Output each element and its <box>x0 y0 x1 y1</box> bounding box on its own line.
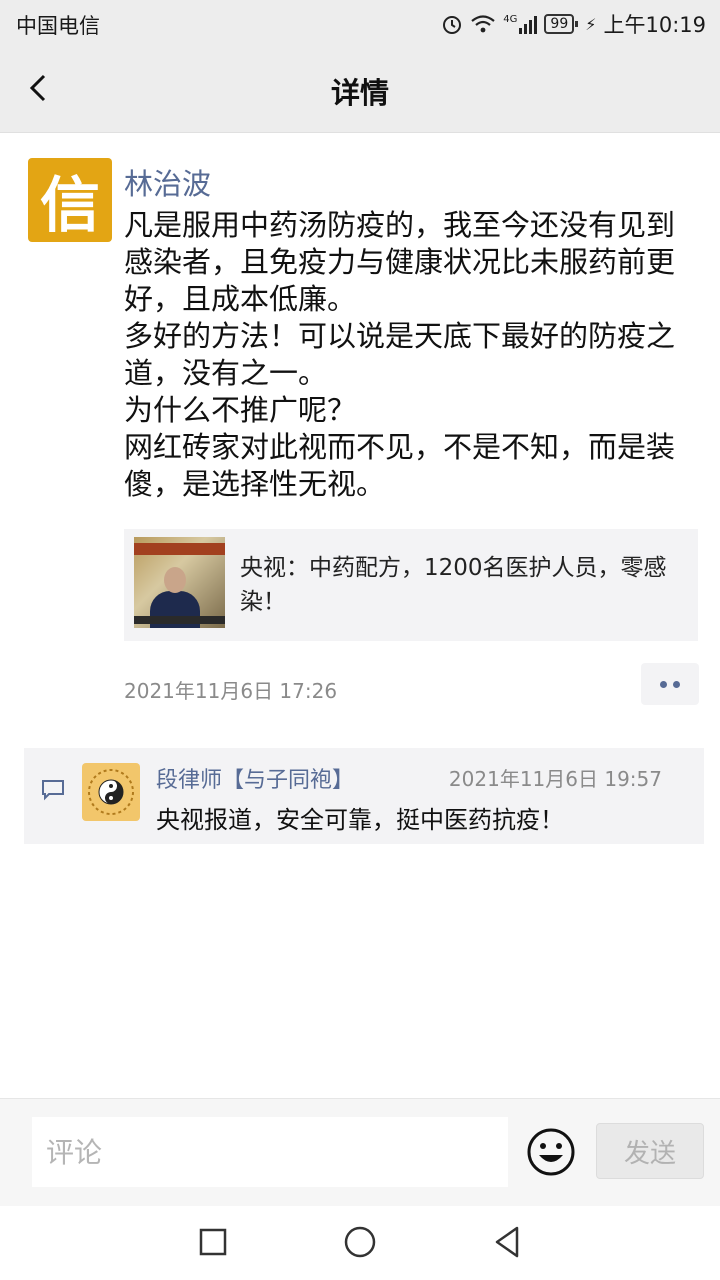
avatar[interactable]: 信 <box>28 158 112 242</box>
circle-icon <box>344 1226 376 1258</box>
more-actions-button[interactable] <box>641 663 699 705</box>
send-button[interactable]: 发送 <box>596 1123 704 1179</box>
comment-text[interactable]: 央视报道，安全可靠，挺中医药抗疫！ <box>156 800 564 835</box>
post-timestamp: 2021年11月6日 17:26 <box>124 679 338 703</box>
comment-author[interactable]: 段律师【与子同袍】 <box>156 762 354 794</box>
post-paragraph: 多好的方法！可以说是天底下最好的防疫之道，没有之一。 <box>124 319 676 390</box>
comment-timestamp: 2021年11月6日 19:57 <box>448 767 662 791</box>
system-nav-bar <box>0 1206 720 1280</box>
wifi-icon <box>471 15 495 33</box>
post-author[interactable]: 林治波 <box>124 161 211 203</box>
triangle-back-icon <box>495 1226 519 1258</box>
smiley-icon <box>527 1128 575 1176</box>
status-bar: 中国电信 4G 99 ⚡ 上午10:19 <box>0 0 720 46</box>
avatar-glyph: 信 <box>40 170 100 241</box>
comment-bubble-icon <box>42 780 64 801</box>
post-paragraph: 凡是服用中药汤防疫的，我至今还没有见到感染者，且免疫力与健康状况比未服药前更好，… <box>124 208 676 316</box>
clock-time: 上午10:19 <box>603 13 706 37</box>
comments-section: 段律师【与子同袍】 2021年11月6日 19:57 央视报道，安全可靠，挺中医… <box>24 748 704 844</box>
comment-avatar[interactable] <box>82 763 140 821</box>
emoji-button[interactable] <box>526 1127 576 1177</box>
yin-yang-icon <box>88 769 134 815</box>
post-paragraph: 为什么不推广呢？ <box>124 393 357 427</box>
recents-button[interactable] <box>193 1222 233 1262</box>
page-title: 详情 <box>330 76 389 110</box>
post-text: 凡是服用中药汤防疫的，我至今还没有见到感染者，且免疫力与健康状况比未服药前更好，… <box>124 207 694 503</box>
signal-icon: 4G <box>503 14 538 34</box>
post-paragraph: 网红砖家对此视而不见，不是不知，而是装傻，是选择性无视。 <box>124 430 676 501</box>
dot-icon <box>660 680 667 688</box>
carrier-label: 中国电信 <box>16 14 100 38</box>
home-button[interactable] <box>340 1222 380 1262</box>
comment-input[interactable] <box>32 1117 508 1187</box>
shared-link-card[interactable]: 央视：中药配方，1200名医护人员，零感染！ <box>124 529 698 641</box>
comment-input-bar: 发送 <box>0 1098 720 1207</box>
dot-icon <box>673 680 680 688</box>
nav-bar: 详情 <box>0 46 720 133</box>
status-icons: 4G 99 ⚡ 上午10:19 <box>441 9 706 39</box>
alarm-icon <box>443 16 462 34</box>
link-thumbnail <box>134 537 225 628</box>
square-icon <box>199 1228 227 1256</box>
charging-icon: ⚡ <box>585 14 597 34</box>
system-back-button[interactable] <box>487 1222 527 1262</box>
network-type: 4G <box>503 14 518 25</box>
battery-icon: 99 <box>544 14 579 34</box>
link-title: 央视：中药配方，1200名医护人员，零感染！ <box>240 555 667 615</box>
